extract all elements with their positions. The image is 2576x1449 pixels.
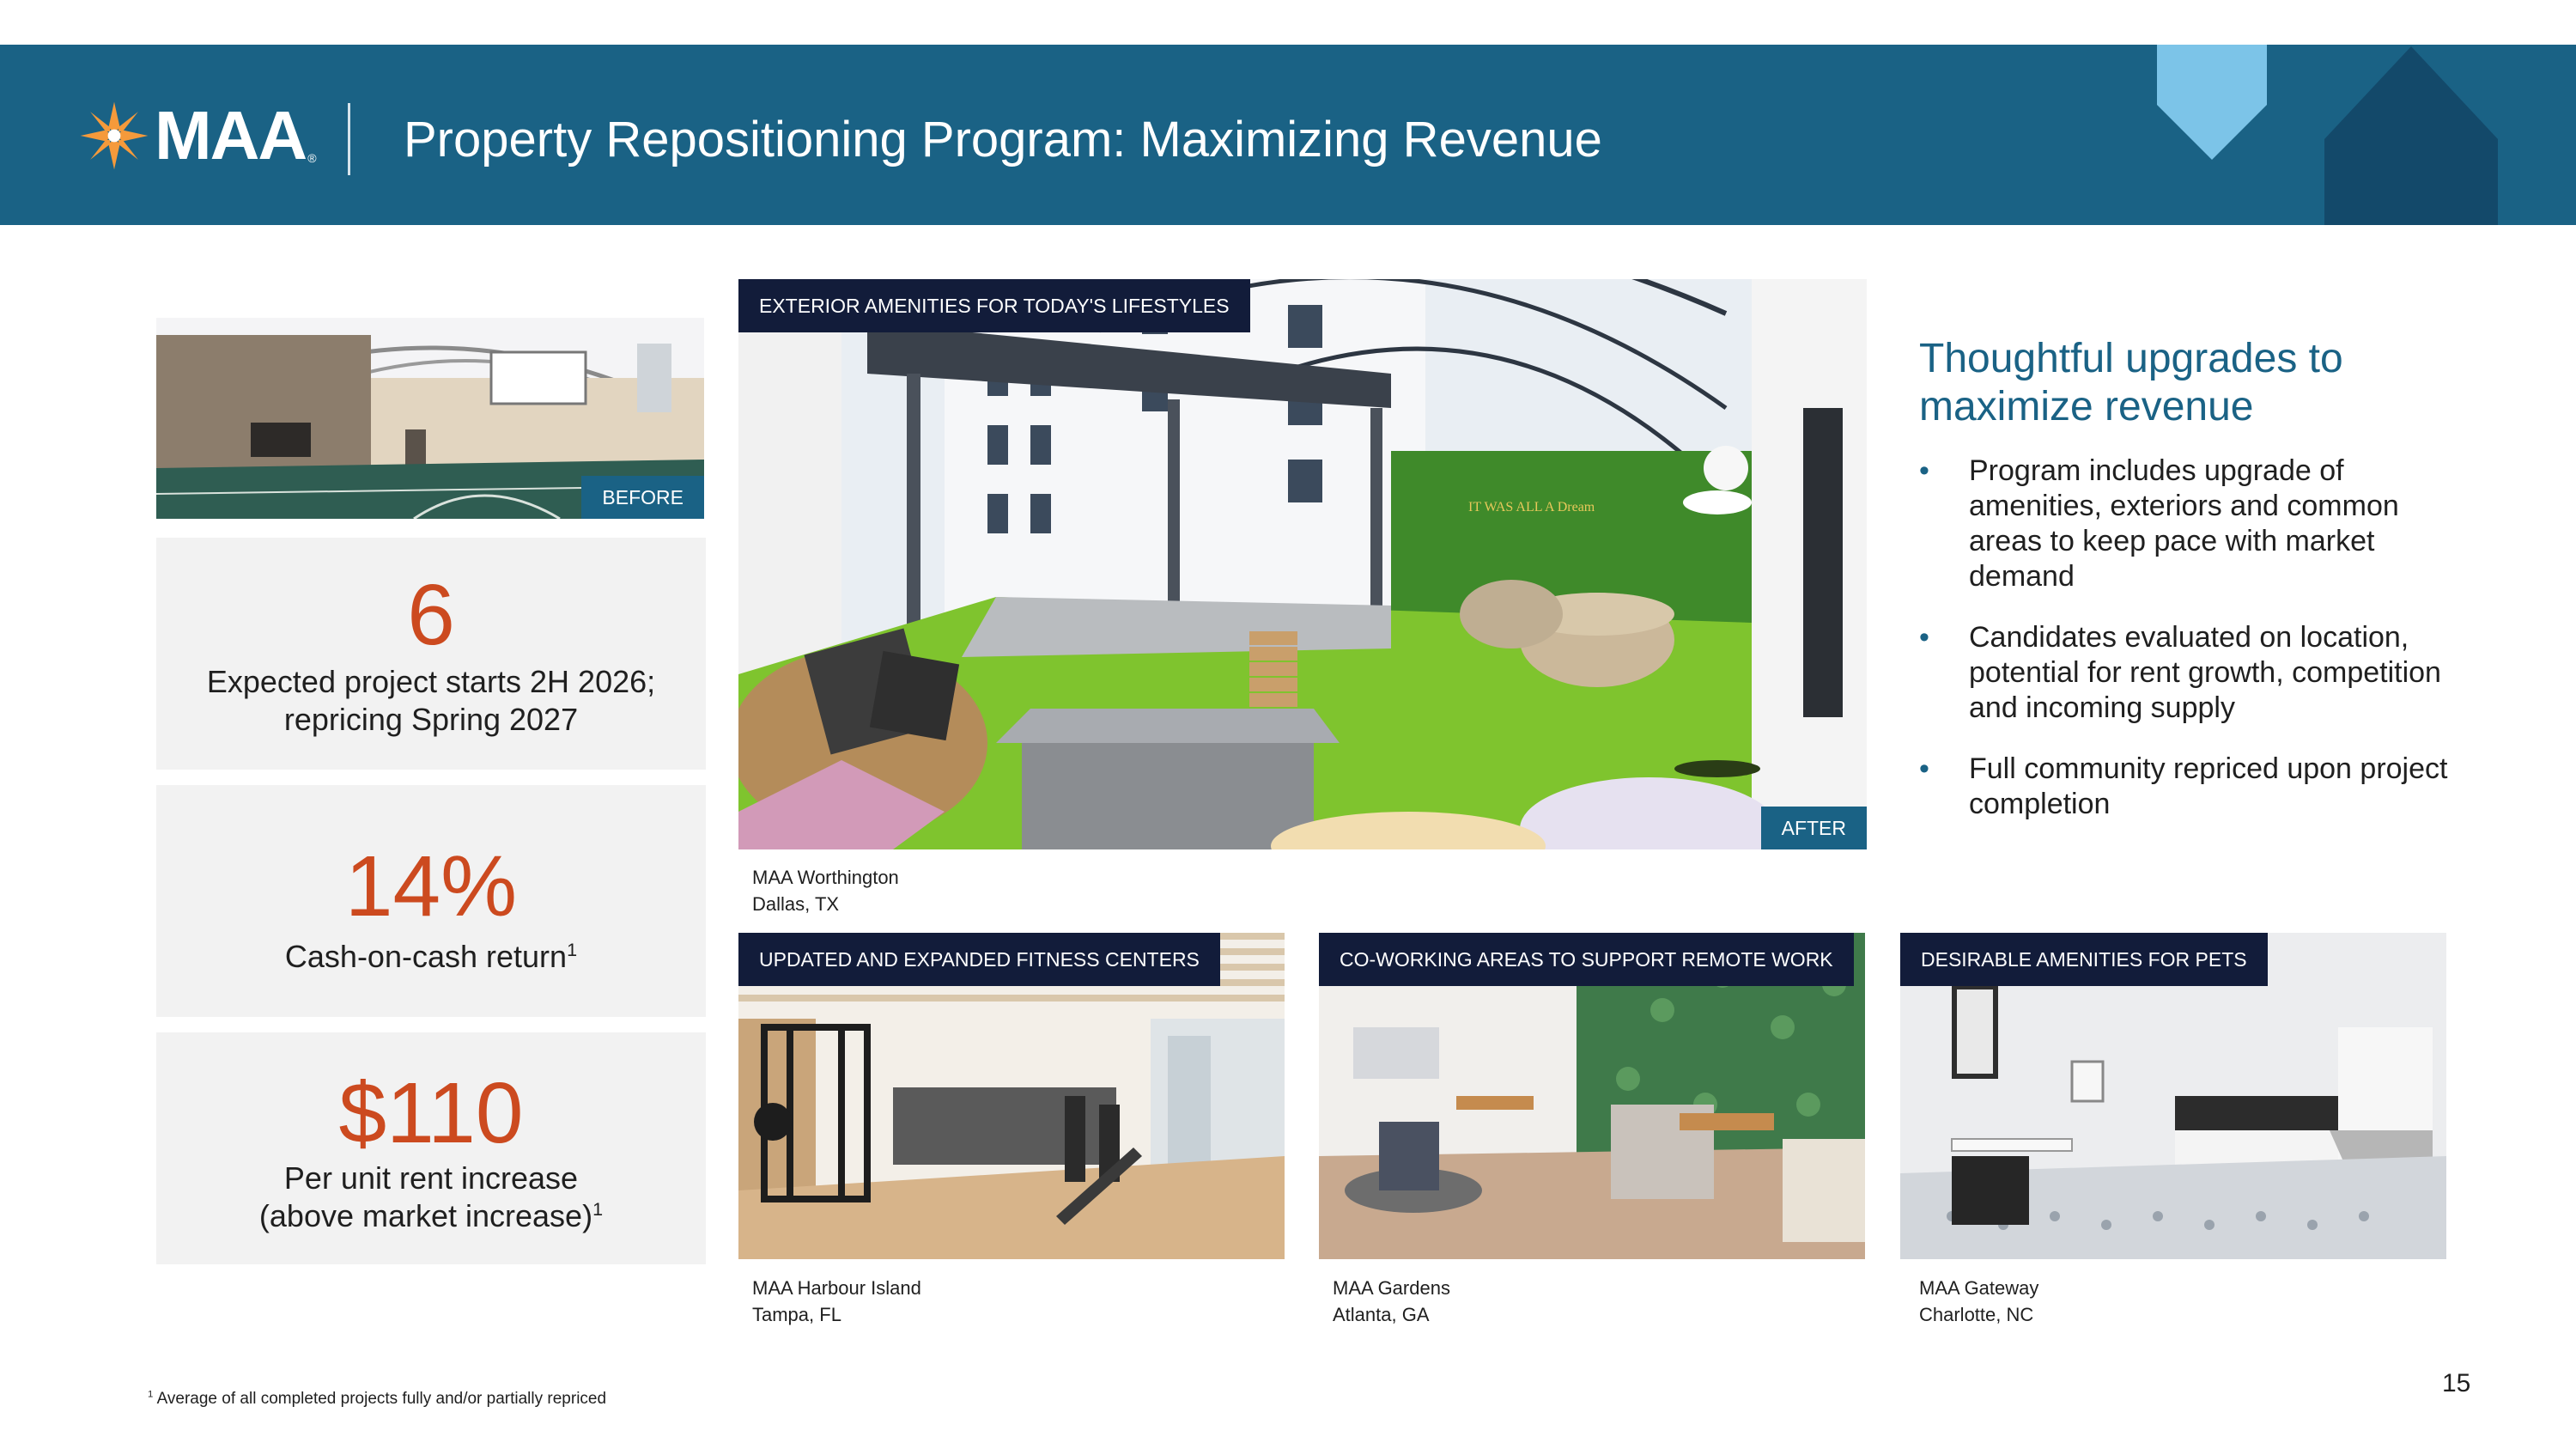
stat-value: 14% [344,838,518,935]
bullet-list: • Program includes upgrade of amenities, … [1919,454,2469,848]
bullet-text: Program includes upgrade of amenities, e… [1969,454,2399,593]
hero-caption-property: MAA Worthington [752,867,899,888]
caption-location: Charlotte, NC [1919,1304,2034,1325]
stat-box-project-starts: 6 Expected project starts 2H 2026; repri… [156,538,706,770]
logo-trademark: ® [307,151,317,165]
header-divider [348,103,350,175]
stat-label-text: (above market increase) [258,1198,593,1233]
stat-label-line: Expected project starts 2H 2026; [206,664,656,699]
footnote-ref: 1 [567,939,578,960]
caption-property: MAA Gateway [1919,1277,2039,1299]
coworking-photo: CO-WORKING AREAS TO SUPPORT REMOTE WORK [1319,933,1865,1259]
starburst-logo-icon [80,101,149,170]
chevron-down-decoration-icon [2157,45,2267,160]
bullet-item: • Full community repriced upon project co… [1919,752,2469,822]
bullet-item: • Candidates evaluated on location, poten… [1919,620,2469,726]
stat-label-line: Per unit rent increase [283,1160,579,1196]
pets-caption: MAA Gateway Charlotte, NC [1919,1275,2038,1328]
stat-label: Per unit rent increase (above market inc… [156,1160,706,1235]
caption-location: Atlanta, GA [1333,1304,1430,1325]
before-tag: BEFORE [581,476,704,519]
bullet-text: Candidates evaluated on location, potent… [1969,621,2441,724]
hero-photo: IT WAS ALL A Dream EXTERIOR AMENITIES FO… [738,279,1867,849]
hero-label: EXTERIOR AMENITIES FOR TODAY'S LIFESTYLE… [738,279,1250,332]
before-photo: BEFORE [156,318,704,519]
bullet-text: Full community repriced upon project com… [1969,752,2448,820]
stat-value: $110 [338,1065,524,1161]
section-heading: Thoughtful upgrades to maximize revenue [1919,336,2343,429]
stat-label-line: (above market increase)1 [156,1197,706,1235]
caption-location: Tampa, FL [752,1304,841,1325]
hero-caption-location: Dallas, TX [752,893,840,915]
pets-photo: DESIRABLE AMENITIES FOR PETS [1900,933,2446,1259]
pets-label: DESIRABLE AMENITIES FOR PETS [1900,933,2268,986]
page-title: Property Repositioning Program: Maximizi… [404,112,1602,167]
stat-label: Cash-on-cash return1 [156,938,706,976]
stat-label: Expected project starts 2H 2026; reprici… [156,663,706,739]
caption-property: MAA Gardens [1333,1277,1450,1299]
page-number: 15 [2442,1369,2471,1397]
fitness-photo: UPDATED AND EXPANDED FITNESS CENTERS [738,933,1285,1259]
caption-property: MAA Harbour Island [752,1277,921,1299]
after-tag: AFTER [1760,807,1867,849]
stat-box-cash-return: 14% Cash-on-cash return1 [156,785,706,1017]
stat-box-rent-increase: $110 Per unit rent increase (above marke… [156,1032,706,1264]
coworking-caption: MAA Gardens Atlanta, GA [1333,1275,1450,1328]
stat-value: 6 [407,567,455,663]
bullet-item: • Program includes upgrade of amenities, … [1919,454,2469,594]
footnote-text: Average of all completed projects fully … [153,1390,607,1408]
outdoor-amenity-image: IT WAS ALL A Dream [738,279,1867,849]
bullet-icon: • [1919,621,1929,654]
logo-wordmark: MAA [155,97,307,174]
wall-sign: IT WAS ALL A Dream [1468,500,1595,514]
coworking-label: CO-WORKING AREAS TO SUPPORT REMOTE WORK [1319,933,1854,986]
house-decoration-icon [2324,46,2498,225]
stat-label-line: repricing Spring 2027 [283,702,579,737]
maa-logo: MAA ® [79,93,317,179]
footnote-ref: 1 [592,1198,604,1220]
fitness-caption: MAA Harbour Island Tampa, FL [752,1275,921,1328]
bullet-icon: • [1919,454,1929,487]
bullet-icon: • [1919,752,1929,785]
footnote: 1 Average of all completed projects full… [148,1390,606,1409]
hero-caption: MAA Worthington Dallas, TX [752,864,899,917]
fitness-label: UPDATED AND EXPANDED FITNESS CENTERS [738,933,1220,986]
stat-label-text: Cash-on-cash return [284,939,568,974]
